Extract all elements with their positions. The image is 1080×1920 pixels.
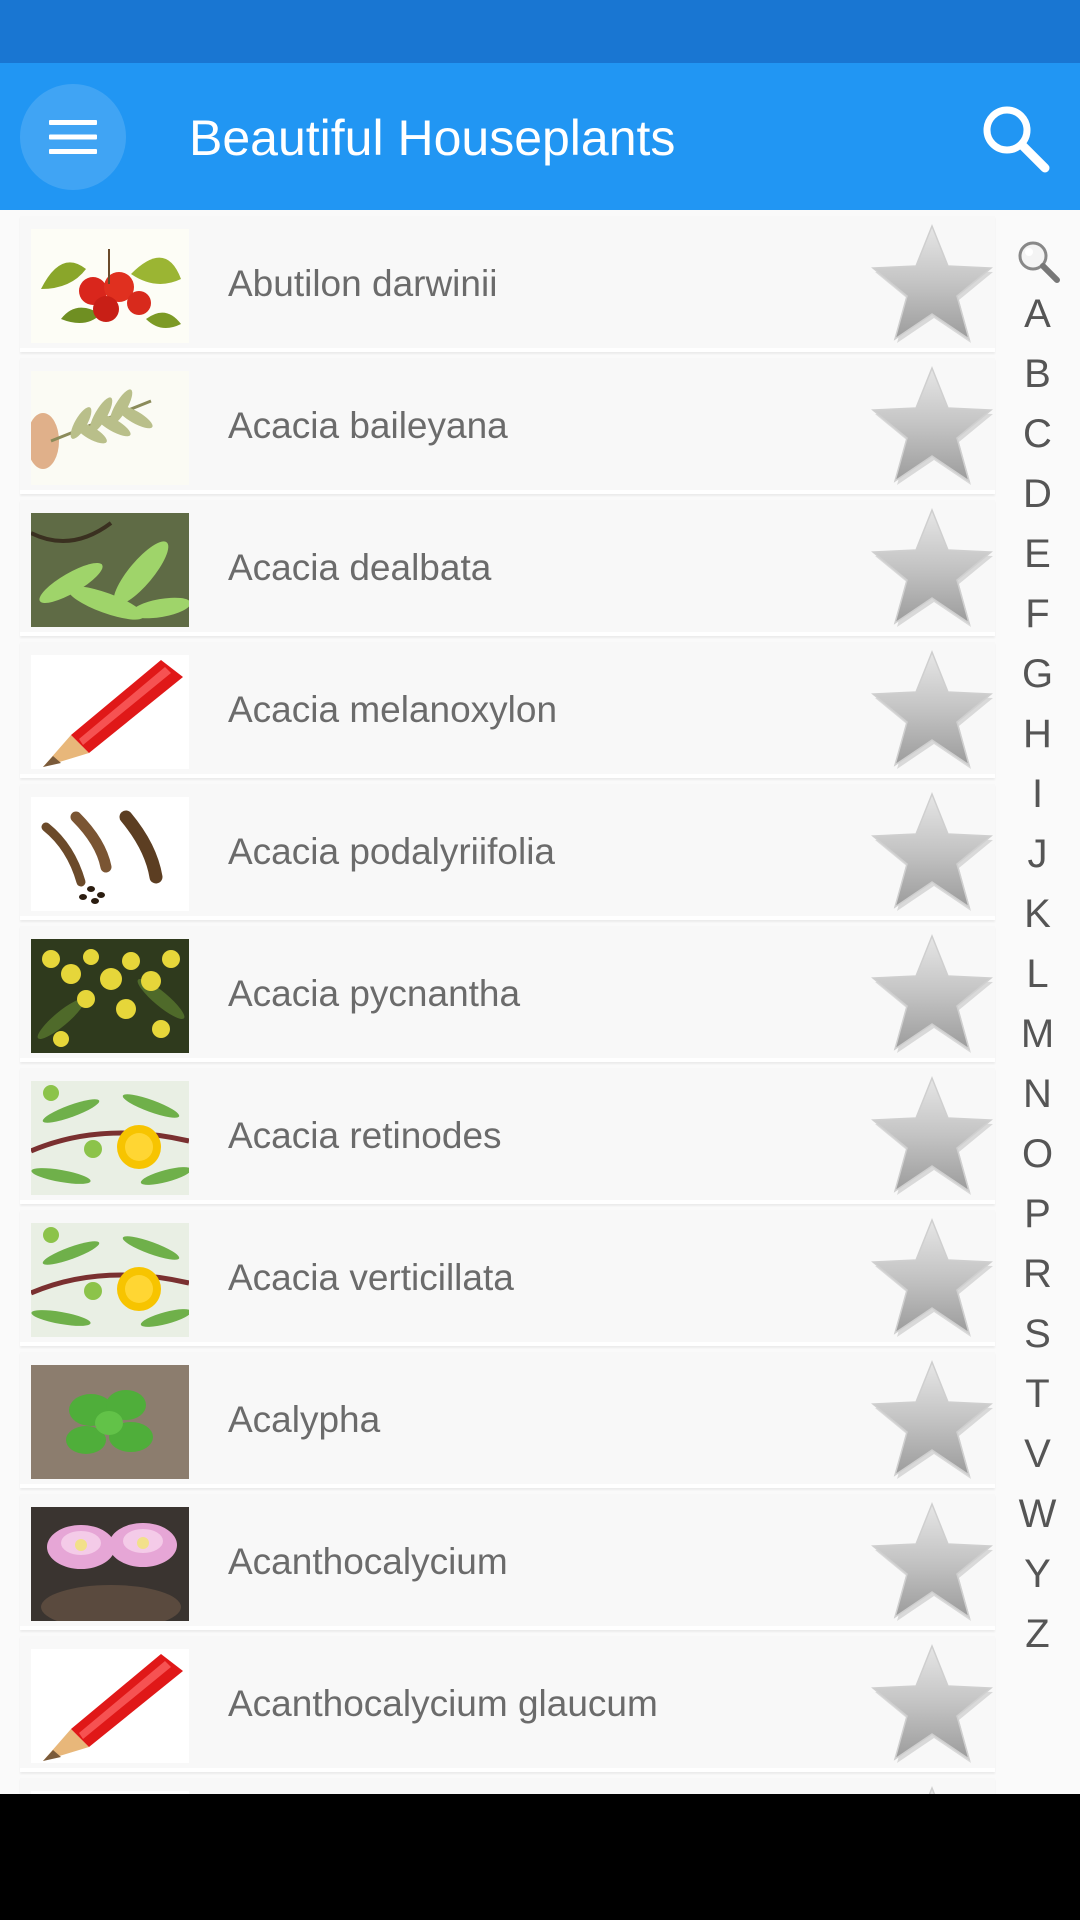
index-letter[interactable]: E — [995, 530, 1080, 578]
plant-thumbnail — [31, 939, 189, 1053]
plant-name: Acacia melanoxylon — [228, 689, 558, 730]
index-letter[interactable]: V — [995, 1430, 1080, 1478]
index-letter[interactable]: L — [995, 950, 1080, 998]
plant-thumbnail — [31, 655, 189, 769]
favorite-button[interactable] — [869, 364, 995, 488]
plant-name: Acacia pycnantha — [228, 973, 521, 1014]
plant-name: Acanthocalycium — [228, 1541, 508, 1582]
star-icon — [871, 933, 993, 1053]
plant-name: Acalypha — [228, 1399, 381, 1440]
plant-thumbnail — [31, 513, 189, 627]
menu-button[interactable] — [20, 84, 126, 190]
plant-list[interactable]: Abutilon darwinii Acacia baileyana Acacia … — [0, 210, 1080, 1794]
list-item[interactable]: Acanthocalycium — [20, 1494, 995, 1630]
star-icon — [871, 1075, 993, 1195]
app-bar: Beautiful Houseplants — [0, 63, 1080, 210]
star-icon — [871, 1217, 993, 1337]
plant-thumbnail — [31, 1507, 189, 1621]
plant-thumbnail — [31, 229, 189, 343]
index-letter[interactable]: B — [995, 350, 1080, 398]
list-item[interactable] — [20, 1778, 995, 1794]
favorite-button[interactable] — [869, 932, 995, 1056]
index-letter[interactable]: W — [995, 1490, 1080, 1538]
star-icon — [871, 1359, 993, 1479]
favorite-button[interactable] — [869, 1500, 995, 1624]
status-bar — [0, 0, 1080, 63]
index-letter[interactable]: G — [995, 650, 1080, 698]
star-icon — [871, 1643, 993, 1763]
plant-name: Acacia baileyana — [228, 405, 508, 446]
list-item[interactable]: Acacia pycnantha — [20, 926, 995, 1062]
index-letter[interactable]: S — [995, 1310, 1080, 1358]
plant-thumbnail — [31, 1081, 189, 1195]
star-icon — [871, 649, 993, 769]
favorite-button[interactable] — [869, 1074, 995, 1198]
plant-name: Acacia dealbata — [228, 547, 492, 588]
list-item[interactable]: Acacia melanoxylon — [20, 642, 995, 778]
index-letter[interactable]: H — [995, 710, 1080, 758]
list-item[interactable]: Acacia verticillata — [20, 1210, 995, 1346]
index-letter[interactable]: I — [995, 770, 1080, 818]
hamburger-menu-icon — [49, 120, 97, 154]
index-letter[interactable]: C — [995, 410, 1080, 458]
star-icon — [928, 1785, 936, 1794]
index-letter[interactable]: R — [995, 1250, 1080, 1298]
favorite-button[interactable] — [869, 1784, 995, 1794]
list-item[interactable]: Acanthocalycium glaucum — [20, 1636, 995, 1772]
index-letter[interactable]: P — [995, 1190, 1080, 1238]
favorite-button[interactable] — [869, 1216, 995, 1340]
star-icon — [871, 507, 993, 627]
list-item[interactable]: Acacia retinodes — [20, 1068, 995, 1204]
plant-name: Abutilon darwinii — [228, 263, 498, 304]
favorite-button[interactable] — [869, 1358, 995, 1482]
favorite-button[interactable] — [869, 506, 995, 630]
plant-name: Acanthocalycium glaucum — [228, 1683, 658, 1724]
index-letter[interactable]: A — [995, 290, 1080, 338]
index-letter[interactable]: K — [995, 890, 1080, 938]
star-icon — [871, 223, 993, 343]
favorite-button[interactable] — [869, 790, 995, 914]
star-icon — [871, 1501, 993, 1621]
plant-thumbnail — [31, 797, 189, 911]
index-letter[interactable]: N — [995, 1070, 1080, 1118]
search-button[interactable] — [975, 98, 1055, 178]
index-letter[interactable]: Z — [995, 1610, 1080, 1658]
index-letter[interactable]: T — [995, 1370, 1080, 1418]
navigation-bar — [0, 1794, 1080, 1920]
plant-name: Acacia retinodes — [228, 1115, 502, 1156]
index-letter[interactable]: D — [995, 470, 1080, 518]
star-icon — [871, 365, 993, 485]
plant-thumbnail — [31, 1649, 189, 1763]
magnifier-icon[interactable] — [1013, 236, 1063, 286]
alphabet-index[interactable]: ABCDEFGHIJKLMNOPRSTVWYZ — [995, 210, 1080, 1794]
index-letter[interactable]: O — [995, 1130, 1080, 1178]
star-icon — [871, 791, 993, 911]
index-letter[interactable]: Y — [995, 1550, 1080, 1598]
favorite-button[interactable] — [869, 1642, 995, 1766]
list-item[interactable]: Acacia dealbata — [20, 500, 995, 636]
index-letter[interactable]: J — [995, 830, 1080, 878]
index-letter[interactable]: M — [995, 1010, 1080, 1058]
list-item[interactable]: Acacia podalyriifolia — [20, 784, 995, 920]
favorite-button[interactable] — [869, 648, 995, 772]
list-item[interactable]: Acalypha — [20, 1352, 995, 1488]
app-title: Beautiful Houseplants — [189, 110, 676, 166]
plant-thumbnail — [31, 1365, 189, 1479]
search-icon — [983, 106, 1050, 173]
plant-name: Acacia verticillata — [228, 1257, 514, 1298]
list-item[interactable]: Abutilon darwinii — [20, 216, 995, 352]
plant-name: Acacia podalyriifolia — [228, 831, 556, 872]
list-item[interactable]: Acacia baileyana — [20, 358, 995, 494]
plant-thumbnail — [31, 1223, 189, 1337]
favorite-button[interactable] — [869, 222, 995, 346]
index-letter[interactable]: F — [995, 590, 1080, 638]
plant-thumbnail — [31, 371, 189, 485]
